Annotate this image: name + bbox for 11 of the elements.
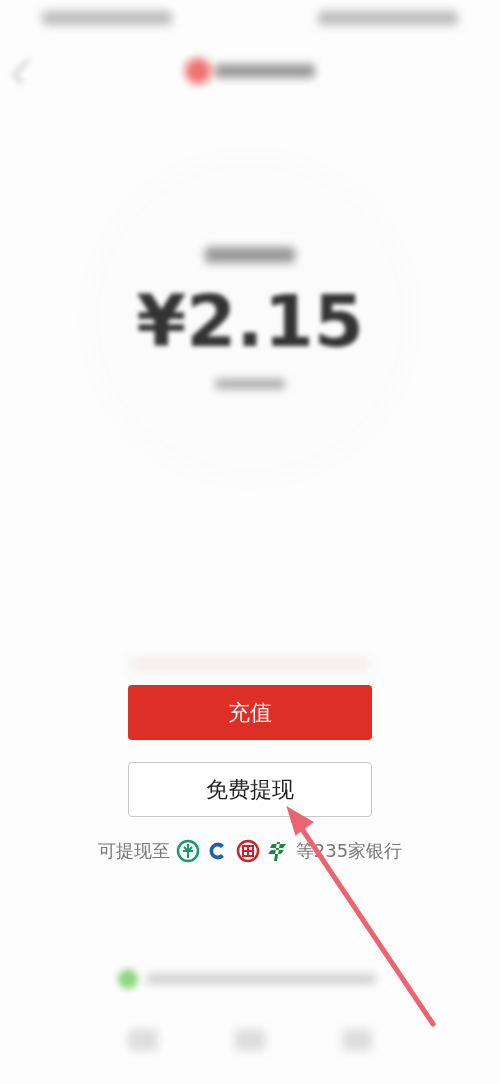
- blurred-text: [215, 379, 285, 389]
- banks-note: 可提现至: [97, 839, 170, 863]
- blurred-tab[interactable]: [128, 1029, 159, 1051]
- bank-logo-icon: [235, 838, 260, 863]
- balance-amount: ¥2.15: [136, 285, 364, 357]
- recharge-button[interactable]: 充值: [128, 685, 372, 740]
- blurred-tab[interactable]: [235, 1029, 265, 1051]
- withdraw-button[interactable]: 免费提现: [128, 762, 372, 817]
- blurred-tab[interactable]: [341, 1029, 372, 1051]
- blurred-icon: [118, 969, 138, 989]
- bank-logo-icon: [175, 838, 200, 863]
